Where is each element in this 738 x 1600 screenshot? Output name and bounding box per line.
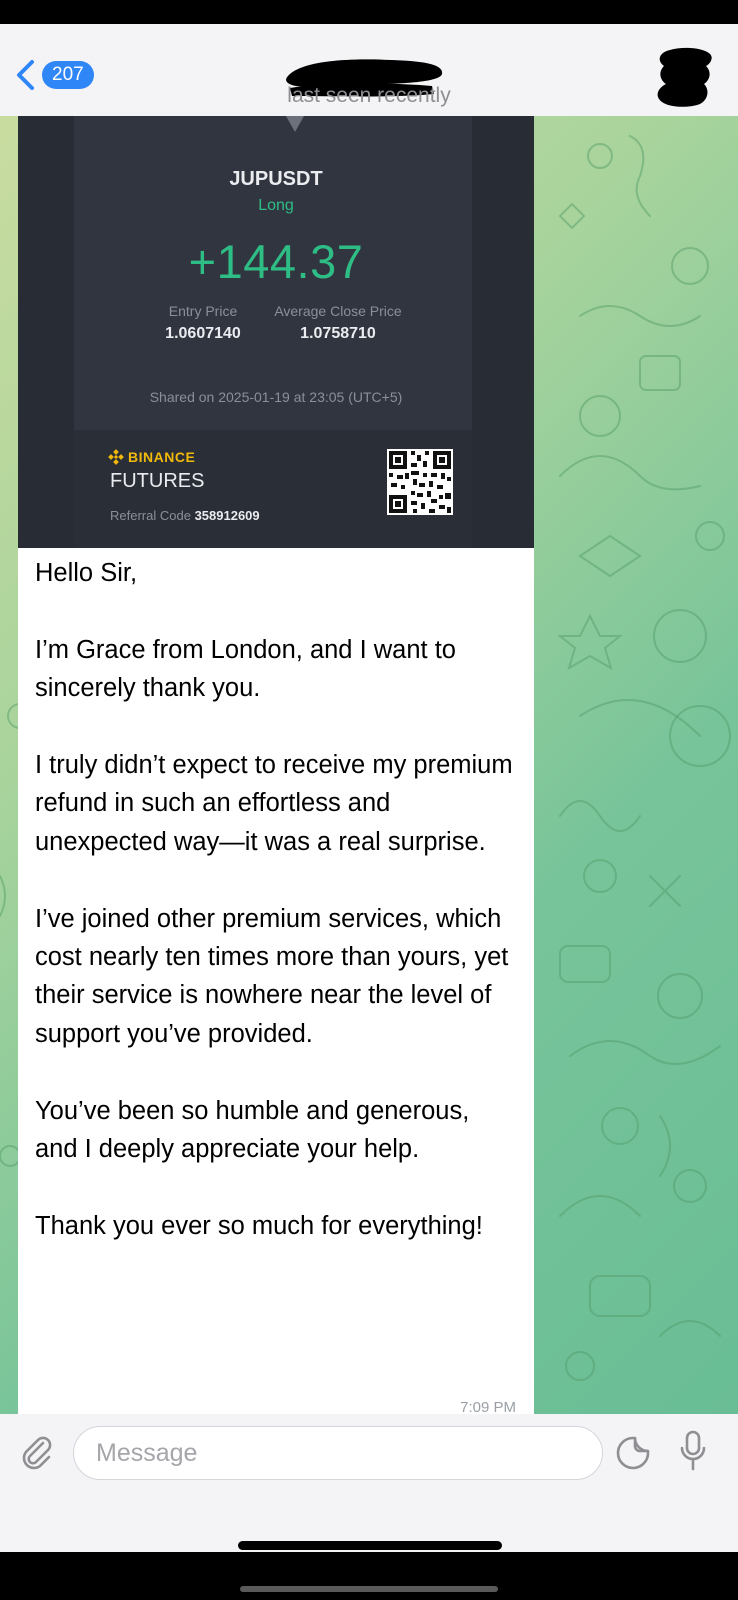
message-paragraph: Thank you ever so much for everything!: [35, 1211, 483, 1240]
message-paragraph: I’m Grace from London, and I want to sin…: [35, 635, 456, 703]
avg-close-price-label: Average Close Price: [274, 303, 402, 319]
microphone-icon[interactable]: [680, 1430, 706, 1472]
avatar-redacted[interactable]: [650, 46, 716, 108]
referral-code: 358912609: [194, 508, 260, 523]
shared-on-date: Shared on 2025-01-19 at 23:05 (UTC+5): [149, 389, 403, 405]
binance-diamond-icon: [108, 449, 124, 465]
system-home-indicator: [240, 1586, 498, 1592]
chat-header: 207 last seen recently: [0, 24, 738, 116]
message-paragraph: Hello Sir,: [35, 559, 138, 587]
last-seen-status: last seen recently: [287, 84, 451, 107]
message-paragraph: You’ve been so humble and generous, and …: [35, 1096, 470, 1164]
home-indicator: [238, 1541, 502, 1550]
chat-area[interactable]: JUPUSDT Long +144.37 Entry Price 1.06071…: [0, 116, 738, 1414]
avg-close-price-value: 1.0758710: [300, 325, 376, 342]
message-paragraph: I truly didn’t expect to receive my prem…: [35, 751, 513, 856]
shared-pnl-card-image[interactable]: JUPUSDT Long +144.37 Entry Price 1.06071…: [18, 116, 534, 548]
trading-pair: JUPUSDT: [229, 168, 323, 190]
pnl-value: +144.37: [188, 235, 364, 288]
message-timestamp: 7:09 PM: [460, 1399, 516, 1414]
status-bar: [0, 0, 738, 24]
incoming-message-bubble[interactable]: JUPUSDT Long +144.37 Entry Price 1.06071…: [18, 116, 534, 1414]
binance-brand-text: BINANCE: [128, 449, 196, 465]
referral-label: Referral Code: [110, 508, 191, 523]
paperclip-attach-icon[interactable]: [19, 1434, 55, 1470]
position-side: Long: [258, 197, 294, 214]
message-input-bar: [0, 1414, 738, 1552]
message-input[interactable]: [73, 1426, 603, 1480]
referral-line: Referral Code 358912609: [110, 508, 260, 523]
bottom-bar: [0, 1552, 738, 1600]
binance-logo: BINANCE: [108, 449, 195, 465]
product-label: FUTURES: [110, 470, 205, 492]
card-notch-marker: [286, 116, 304, 132]
sticker-icon[interactable]: [616, 1436, 650, 1470]
message-text: Hello Sir, I’m Grace from London, and I …: [35, 554, 517, 1284]
qr-code-icon: [387, 449, 453, 515]
message-paragraph: I’ve joined other premium services, whic…: [35, 904, 509, 1048]
